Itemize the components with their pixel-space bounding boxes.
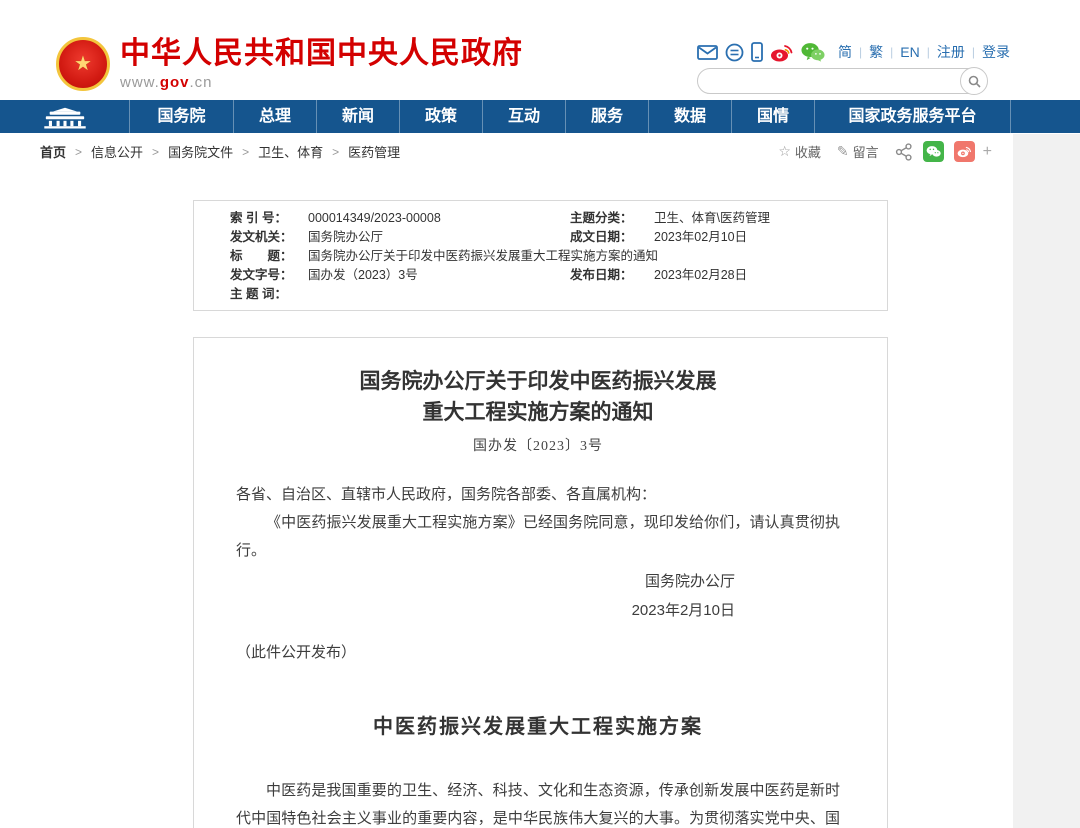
breadcrumb-separator: > xyxy=(242,145,249,159)
meta-agency-label: 发文机关： xyxy=(230,228,306,247)
national-emblem-logo[interactable]: ★ xyxy=(56,37,110,91)
public-release-note: （此件公开发布） xyxy=(236,639,840,667)
meta-date-pub-value: 2023年02月28日 xyxy=(652,266,867,285)
lang-links: 简 | 繁 | EN | 注册 | 登录 xyxy=(838,42,1010,62)
wechat-share-button[interactable] xyxy=(923,141,944,162)
lang-english-link[interactable]: EN xyxy=(900,44,919,60)
breadcrumb-separator: > xyxy=(75,145,82,159)
document-paragraph-2: 中医药是我国重要的卫生、经济、科技、文化和生态资源，传承创新发展中医药是新时代中… xyxy=(236,777,840,828)
lang-simplified-link[interactable]: 简 xyxy=(838,42,852,62)
nav-item-data[interactable]: 数据 xyxy=(649,100,732,133)
breadcrumb-info-disclosure[interactable]: 信息公开 xyxy=(91,142,143,161)
link-separator: | xyxy=(927,45,930,59)
pencil-icon: ✎ xyxy=(837,143,849,160)
search-icon[interactable] xyxy=(960,67,988,95)
mobile-icon[interactable] xyxy=(751,41,763,63)
meta-keywords-label: 主 题 词： xyxy=(230,285,306,304)
meta-agency-value: 国务院办公厅 xyxy=(306,228,570,247)
login-link[interactable]: 登录 xyxy=(982,42,1010,62)
header-right: 简 | 繁 | EN | 注册 | 登录 xyxy=(697,40,997,64)
breadcrumb-state-council-docs[interactable]: 国务院文件 xyxy=(168,142,233,161)
meta-topic-value: 卫生、体育\医药管理 xyxy=(652,209,867,228)
document-meta-box: 索 引 号： 000014349/2023-00008 主题分类： 卫生、体育\… xyxy=(193,200,888,311)
document-paragraph-1: 《中医药振兴发展重大工程实施方案》已经国务院同意，现印发给你们，请认真贯彻执行。 xyxy=(236,509,840,565)
nav-item-national-conditions[interactable]: 国情 xyxy=(732,100,815,133)
plan-subtitle: 中医药振兴发展重大工程实施方案 xyxy=(236,713,840,741)
meta-keywords-value xyxy=(306,285,867,304)
site-url: www.gov.cn xyxy=(120,74,523,91)
star-icon: ☆ xyxy=(778,143,791,160)
site-title: 中华人民共和国中央人民政府 xyxy=(120,38,523,70)
breadcrumb: 首页 > 信息公开 > 国务院文件 > 卫生、体育 > 医药管理 xyxy=(40,142,400,161)
document-title-line1: 国务院办公厅关于印发中医药振兴发展 xyxy=(360,369,717,393)
link-separator: | xyxy=(890,45,893,59)
nav-item-news[interactable]: 新闻 xyxy=(317,100,400,133)
nav-item-interaction[interactable]: 互动 xyxy=(483,100,566,133)
nav-item-state-council[interactable]: 国务院 xyxy=(130,100,234,133)
site-header: ★ 中华人民共和国中央人民政府 www.gov.cn xyxy=(0,0,1080,100)
breadcrumb-separator: > xyxy=(152,145,159,159)
masthead: 中华人民共和国中央人民政府 www.gov.cn xyxy=(120,38,523,91)
meta-index-value: 000014349/2023-00008 xyxy=(306,209,570,228)
favorite-button[interactable]: ☆ 收藏 xyxy=(778,142,821,161)
header-icon-row: 简 | 繁 | EN | 注册 | 登录 xyxy=(697,40,997,64)
breadcrumb-health-sports[interactable]: 卫生、体育 xyxy=(258,142,323,161)
meta-date-written-value: 2023年02月10日 xyxy=(652,228,867,247)
signature-agency: 国务院办公厅 xyxy=(236,567,735,596)
nav-home-gate-icon[interactable] xyxy=(0,100,130,133)
site-url-gov: gov xyxy=(160,74,190,91)
signature-date: 2023年2月10日 xyxy=(236,596,735,625)
breadcrumb-home[interactable]: 首页 xyxy=(40,142,66,161)
meta-topic-label: 主题分类： xyxy=(570,209,652,228)
meta-date-pub-label: 发布日期： xyxy=(570,266,652,285)
nav-item-services[interactable]: 服务 xyxy=(566,100,649,133)
site-url-suffix: .cn xyxy=(190,74,213,91)
emblem-star-icon: ★ xyxy=(74,54,92,74)
lang-traditional-link[interactable]: 繁 xyxy=(869,42,883,62)
weibo-icon[interactable] xyxy=(770,41,794,63)
meta-date-written-label: 成文日期： xyxy=(570,228,652,247)
nav-item-gov-service-platform[interactable]: 国家政务服务平台 xyxy=(815,100,1011,133)
favorite-label: 收藏 xyxy=(795,142,821,161)
comment-label: 留言 xyxy=(853,142,879,161)
more-share-button[interactable]: + xyxy=(983,143,992,161)
nav-filler xyxy=(1011,100,1080,133)
document-number: 国办发〔2023〕3号 xyxy=(236,435,840,455)
share-icon[interactable] xyxy=(895,143,913,161)
breadcrumb-row: 首页 > 信息公开 > 国务院文件 > 卫生、体育 > 医药管理 ☆ 收藏 ✎ … xyxy=(0,133,1080,170)
page: ★ 中华人民共和国中央人民政府 www.gov.cn xyxy=(0,0,1080,828)
meta-index-label: 索 引 号： xyxy=(230,209,306,228)
nav-item-premier[interactable]: 总理 xyxy=(234,100,317,133)
register-link[interactable]: 注册 xyxy=(937,42,965,62)
search-box[interactable] xyxy=(697,68,987,94)
meta-doc-no-label: 发文字号： xyxy=(230,266,306,285)
mail-icon[interactable] xyxy=(697,41,718,63)
link-separator: | xyxy=(972,45,975,59)
comment-icon[interactable] xyxy=(725,41,744,63)
meta-title-label: 标 题： xyxy=(230,247,306,266)
document-salutation: 各省、自治区、直辖市人民政府，国务院各部委、各直属机构： xyxy=(236,481,840,509)
document-title: 国务院办公厅关于印发中医药振兴发展 重大工程实施方案的通知 xyxy=(236,366,840,428)
document-title-line2: 重大工程实施方案的通知 xyxy=(423,400,654,424)
meta-title-value: 国务院办公厅关于印发中医药振兴发展重大工程实施方案的通知 xyxy=(306,247,867,266)
wechat-icon[interactable] xyxy=(801,41,825,63)
signature-block: 国务院办公厅 2023年2月10日 xyxy=(236,567,840,625)
breadcrumb-medicine-admin[interactable]: 医药管理 xyxy=(348,142,400,161)
meta-doc-no-value: 国办发（2023）3号 xyxy=(306,266,570,285)
page-background-strip xyxy=(1013,134,1080,828)
comment-button[interactable]: ✎ 留言 xyxy=(837,142,879,161)
main-nav: 国务院 总理 新闻 政策 互动 服务 数据 国情 国家政务服务平台 xyxy=(0,100,1080,133)
link-separator: | xyxy=(859,45,862,59)
nav-item-policy[interactable]: 政策 xyxy=(400,100,483,133)
document-meta-grid: 索 引 号： 000014349/2023-00008 主题分类： 卫生、体育\… xyxy=(230,209,867,304)
document-body: 各省、自治区、直辖市人民政府，国务院各部委、各直属机构： 《中医药振兴发展重大工… xyxy=(236,481,840,828)
site-url-prefix: www. xyxy=(120,74,160,91)
search-input[interactable] xyxy=(698,70,960,92)
page-actions: ☆ 收藏 ✎ 留言 + xyxy=(762,133,992,170)
breadcrumb-separator: > xyxy=(332,145,339,159)
document-box: 国务院办公厅关于印发中医药振兴发展 重大工程实施方案的通知 国办发〔2023〕3… xyxy=(193,337,888,828)
weibo-share-button[interactable] xyxy=(954,141,975,162)
